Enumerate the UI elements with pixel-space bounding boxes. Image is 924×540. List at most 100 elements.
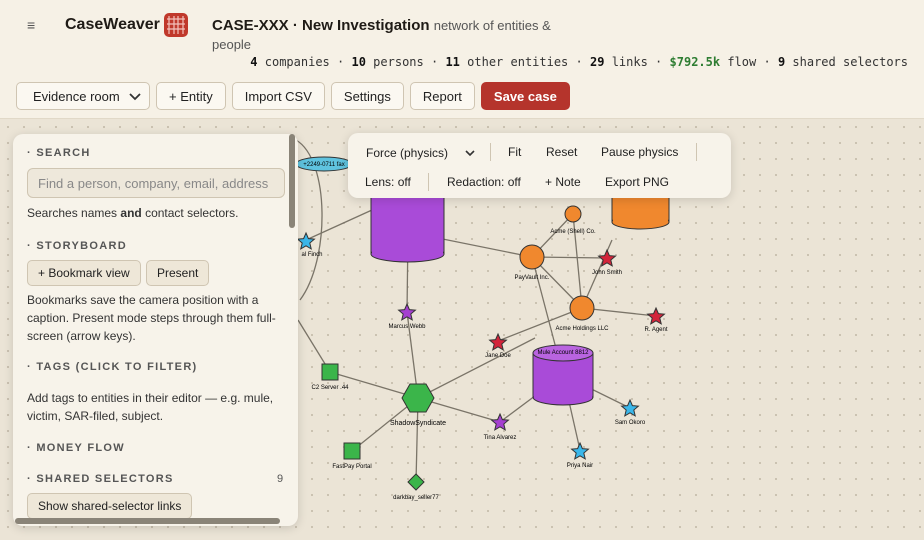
tags-title: TAGS (CLICK TO FILTER) <box>36 361 198 373</box>
phone-node-label: +2249-0711 fax <box>303 162 344 168</box>
settings-button[interactable]: Settings <box>330 82 404 110</box>
account-node-top[interactable] <box>370 195 445 263</box>
case-id: CASE-XXX · New Investigation <box>212 17 430 34</box>
layout-select[interactable]: Force (physics) <box>366 146 475 160</box>
pause-physics-button[interactable]: Pause physics <box>601 145 678 159</box>
acme-shell-label: Acme (Shell) Co. <box>550 229 596 235</box>
brand-name: CaseWeaver <box>65 16 160 33</box>
payvault-label: PayVault Inc. <box>515 275 550 281</box>
stat-links-label: links <box>611 55 648 69</box>
finch-star[interactable] <box>296 231 316 250</box>
chevron-down-icon <box>465 146 475 160</box>
search-input[interactable]: Find a person, company, email, address <box>27 168 285 198</box>
toolbar: Evidence room + Entity Import CSV Settin… <box>16 82 570 110</box>
menu-icon[interactable]: ≡ <box>27 17 35 33</box>
stat-sep: · <box>655 55 663 69</box>
darkbay-label: darkbay_seller77 <box>393 495 439 501</box>
tina-label: Tina Alvarez <box>484 435 517 441</box>
show-shared-selector-links-button[interactable]: Show shared-selector links <box>27 493 193 519</box>
search-section-title: · SEARCH <box>27 147 91 159</box>
stat-companies-label: companies <box>264 55 330 69</box>
shared-selectors-title: SHARED SELECTORS <box>36 473 174 485</box>
fit-button[interactable]: Fit <box>508 145 521 159</box>
divider <box>696 143 697 161</box>
app-header: ≡ CaseWeaver CASE-XXX · New Investigatio… <box>0 0 924 119</box>
money-flow-title: MONEY FLOW <box>36 442 125 454</box>
finch-label: al Finch <box>301 252 322 258</box>
agent-star[interactable] <box>646 306 666 325</box>
case-stats: 4 companies · 10 persons · 11 other enti… <box>250 55 908 69</box>
reset-button[interactable]: Reset <box>546 145 577 159</box>
graph-controls: Force (physics) Fit Reset Pause physics … <box>348 133 731 198</box>
sidebar-horizontal-scrollbar[interactable] <box>15 518 280 524</box>
sam-label: Sam Okoro <box>615 420 646 426</box>
case-title: CASE-XXX · New Investigation network of … <box>212 16 572 54</box>
priya-label: Priya Nair <box>567 463 593 469</box>
tags-help: Add tags to entities in their editor — e… <box>27 391 274 423</box>
shared-selectors-section-title[interactable]: · SHARED SELECTORS <box>27 473 174 485</box>
report-button[interactable]: Report <box>409 82 475 110</box>
room-select-value: Evidence room <box>33 88 120 104</box>
sidebar-vertical-scrollbar[interactable] <box>289 134 295 228</box>
fastpay-label: FastPay Portal <box>332 464 371 470</box>
storyboard-title: STORYBOARD <box>36 240 127 252</box>
logo-icon <box>164 13 188 37</box>
stat-shared-label: shared selectors <box>792 55 908 69</box>
marcus-star[interactable] <box>397 302 417 321</box>
stat-other-label: other entities <box>467 55 569 69</box>
present-button[interactable]: Present <box>146 260 210 286</box>
payvault-node[interactable] <box>519 244 545 270</box>
search-help-c: contact selectors. <box>141 206 239 220</box>
acme-shell-node[interactable] <box>564 205 582 223</box>
layout-select-value: Force (physics) <box>366 146 449 160</box>
stat-sep: · <box>430 55 439 69</box>
c2-server-label: C2 Server .44 <box>311 385 349 391</box>
sam-star[interactable] <box>620 398 640 417</box>
redaction-toggle[interactable]: Redaction: off <box>447 175 521 189</box>
search-help-b: and <box>120 206 142 220</box>
stat-companies: 4 <box>250 55 258 69</box>
stat-sep: · <box>337 55 345 69</box>
john-smith-label: John Smith <box>592 270 622 276</box>
priya-star[interactable] <box>570 441 590 460</box>
stat-persons: 10 <box>351 55 366 69</box>
person-stars <box>296 231 666 460</box>
jane-doe-label: Jane Doe <box>485 353 511 359</box>
stat-flow-label: flow <box>727 55 757 69</box>
lens-toggle[interactable]: Lens: off <box>365 175 411 189</box>
darkbay-node[interactable] <box>407 473 425 491</box>
shared-selectors-count: 9 <box>277 473 284 485</box>
acme-holdings-node[interactable] <box>569 295 595 321</box>
fastpay-node[interactable] <box>343 442 361 460</box>
room-select[interactable]: Evidence room <box>16 82 150 110</box>
marcus-label: Marcus Webb <box>389 324 427 330</box>
storyboard-section-title: · STORYBOARD <box>27 240 127 252</box>
chevron-down-icon <box>129 89 141 104</box>
stat-links: 29 <box>590 55 605 69</box>
export-png-button[interactable]: Export PNG <box>605 175 669 189</box>
save-case-button[interactable]: Save case <box>480 82 570 110</box>
add-note-button[interactable]: + Note <box>545 175 581 189</box>
shadow-syndicate-label: ShadowSyndicate <box>390 420 446 427</box>
search-help: Searches names and contact selectors. <box>27 204 285 222</box>
tina-star[interactable] <box>490 412 510 431</box>
search-placeholder: Find a person, company, email, address <box>38 175 269 191</box>
stat-sep: · <box>763 55 771 69</box>
acme-holdings-label: Acme Holdings LLC <box>555 326 609 332</box>
stat-other: 11 <box>445 55 460 69</box>
jane-doe-star[interactable] <box>488 332 508 351</box>
storyboard-help: Bookmarks save the camera position with … <box>27 293 276 343</box>
search-help-a: Searches names <box>27 206 121 220</box>
search-title: SEARCH <box>36 147 91 159</box>
divider <box>428 173 429 191</box>
company-node-cylinder[interactable] <box>611 195 670 230</box>
add-entity-button[interactable]: + Entity <box>156 82 226 110</box>
stat-sep: · <box>575 55 583 69</box>
import-csv-button[interactable]: Import CSV <box>231 82 325 110</box>
bookmark-view-button[interactable]: + Bookmark view <box>27 260 141 286</box>
c2-server-node[interactable] <box>321 363 339 381</box>
mule-account-label: Mule Account 8812 <box>537 350 589 356</box>
money-flow-section-title[interactable]: · MONEY FLOW <box>27 442 125 454</box>
divider <box>490 143 491 161</box>
agent-label: R. Agent <box>644 327 667 333</box>
